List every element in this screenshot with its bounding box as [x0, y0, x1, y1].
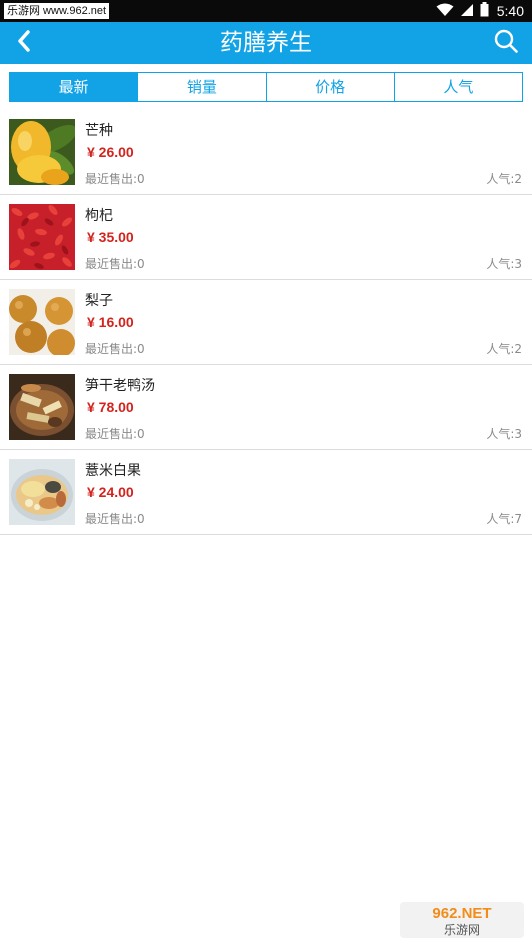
product-name: 芒种 — [85, 123, 113, 139]
product-price: ¥ 35.00 — [87, 229, 134, 245]
product-image-pear — [9, 289, 75, 355]
product-recent-sales: 最近售出:0 — [85, 512, 145, 526]
product-recent-sales: 最近售出:0 — [85, 172, 145, 186]
product-image-mango — [9, 119, 75, 185]
tab-popularity[interactable]: 人气 — [393, 73, 522, 101]
product-name: 薏米白果 — [85, 463, 141, 479]
product-price: ¥ 26.00 — [87, 144, 134, 160]
product-popularity: 人气:3 — [486, 257, 522, 271]
product-item-pear[interactable]: 梨子 ¥ 16.00 最近售出:0 人气:2 — [0, 280, 532, 365]
product-item-barley-ginkgo[interactable]: 薏米白果 ¥ 24.00 最近售出:0 人气:7 — [0, 450, 532, 535]
product-popularity: 人气:2 — [486, 172, 522, 186]
search-button[interactable] — [490, 27, 522, 59]
product-image-barley-ginkgo — [9, 459, 75, 525]
page-title: 药膳养生 — [220, 30, 312, 56]
app-bar: 药膳养生 — [0, 22, 532, 64]
sort-tabs: 最新 销量 价格 人气 — [9, 72, 523, 102]
product-item-goji[interactable]: 枸杞 ¥ 35.00 最近售出:0 人气:3 — [0, 195, 532, 280]
product-name: 枸杞 — [85, 208, 113, 224]
wifi-icon — [436, 2, 454, 21]
status-time: 5:40 — [496, 3, 524, 19]
site-watermark-logo: 962.NET 乐游网 — [400, 902, 524, 938]
search-icon — [493, 28, 519, 58]
product-recent-sales: 最近售出:0 — [85, 427, 145, 441]
product-price: ¥ 16.00 — [87, 314, 134, 330]
battery-icon — [480, 1, 489, 21]
status-bar: 乐游网 www.962.net 5:40 — [0, 0, 532, 22]
product-item-duck-soup[interactable]: 笋干老鸭汤 ¥ 78.00 最近售出:0 人气:3 — [0, 365, 532, 450]
status-watermark: 乐游网 www.962.net — [4, 3, 110, 19]
product-list: 芒种 ¥ 26.00 最近售出:0 人气:2 枸杞 ¥ 35.00 最近售出:0… — [0, 110, 532, 535]
back-button[interactable] — [8, 27, 40, 59]
product-price: ¥ 78.00 — [87, 399, 134, 415]
product-image-goji — [9, 204, 75, 270]
product-recent-sales: 最近售出:0 — [85, 257, 145, 271]
product-item-mango[interactable]: 芒种 ¥ 26.00 最近售出:0 人气:2 — [0, 110, 532, 195]
product-popularity: 人气:7 — [486, 512, 522, 526]
chevron-left-icon — [16, 29, 32, 57]
product-recent-sales: 最近售出:0 — [85, 342, 145, 356]
product-name: 梨子 — [85, 293, 113, 309]
product-popularity: 人气:3 — [486, 427, 522, 441]
product-price: ¥ 24.00 — [87, 484, 134, 500]
watermark-logo-text: 962.NET — [432, 905, 491, 922]
tab-sales[interactable]: 销量 — [137, 73, 266, 101]
signal-icon — [460, 2, 474, 21]
product-image-duck-soup — [9, 374, 75, 440]
product-name: 笋干老鸭汤 — [85, 378, 155, 394]
tab-newest[interactable]: 最新 — [10, 73, 138, 101]
product-popularity: 人气:2 — [486, 342, 522, 356]
tab-price[interactable]: 价格 — [265, 73, 394, 101]
watermark-site-name: 乐游网 — [444, 923, 480, 937]
status-icons: 5:40 — [436, 0, 524, 22]
